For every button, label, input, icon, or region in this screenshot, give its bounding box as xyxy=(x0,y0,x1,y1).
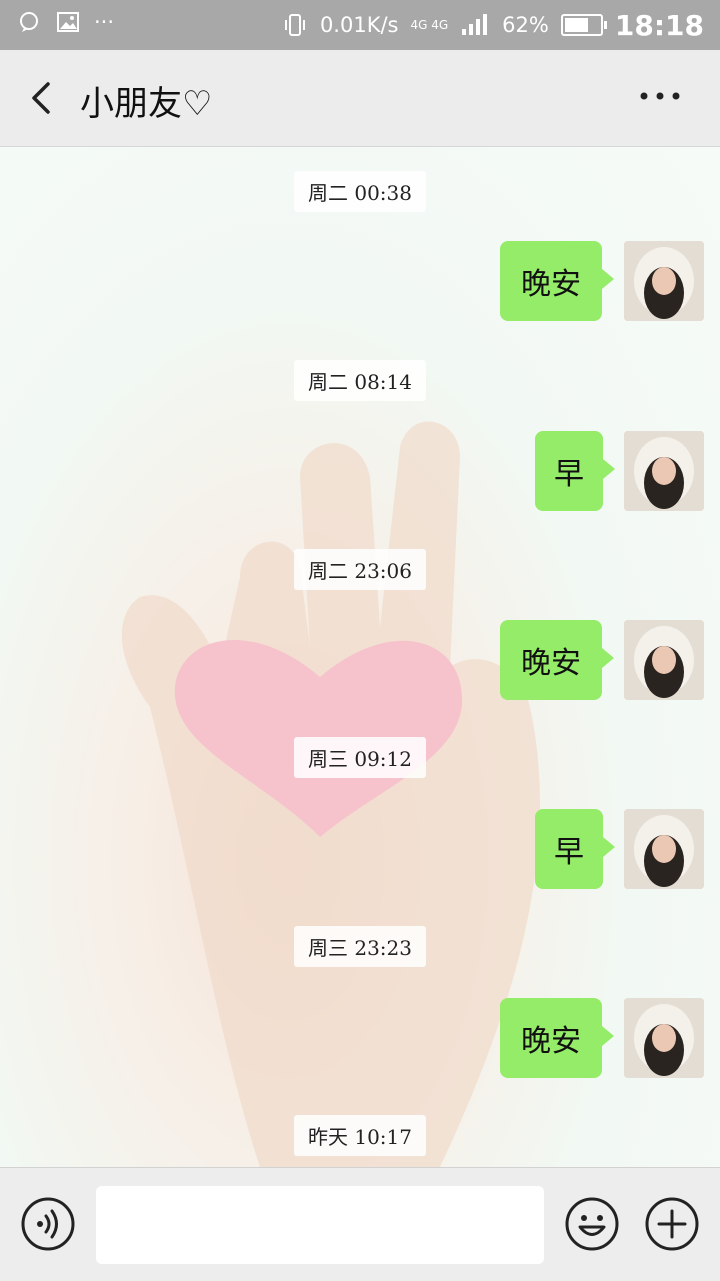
message-timestamp: 周二 23:06 xyxy=(294,549,426,590)
message-notification-icon xyxy=(20,12,38,32)
message-timestamp: 周三 09:12 xyxy=(294,737,426,778)
more-notifications-icon: ··· xyxy=(94,10,115,34)
status-bar: ··· 0.01K/s 4G 4G 62% 18:18 xyxy=(0,0,720,50)
battery-percent: 62% xyxy=(502,13,549,37)
network-speed: 0.01K/s xyxy=(319,13,399,37)
chat-area[interactable]: 周二 00:38 晚安 周二 08:14 早 周二 23:06 晚安 周三 09… xyxy=(0,147,720,1167)
avatar[interactable] xyxy=(624,241,704,321)
vibrate-icon xyxy=(284,14,305,36)
avatar[interactable] xyxy=(624,809,704,889)
avatar[interactable] xyxy=(624,998,704,1078)
signal-icon xyxy=(462,14,488,35)
avatar-image xyxy=(624,620,704,700)
message-timestamp: 周二 00:38 xyxy=(294,171,426,212)
more-options-icon[interactable] xyxy=(638,84,682,108)
chat-title: 小朋友♡ xyxy=(80,84,213,124)
avatar[interactable] xyxy=(624,620,704,700)
input-bar xyxy=(0,1167,720,1281)
network-type: 4G 4G xyxy=(410,18,449,32)
message-bubble[interactable]: 早 xyxy=(535,431,615,511)
avatar-image xyxy=(624,241,704,321)
back-arrow-icon[interactable] xyxy=(24,80,60,116)
message-bubble[interactable]: 晚安 xyxy=(500,241,614,321)
message-timestamp: 昨天 10:17 xyxy=(294,1115,426,1156)
message-bubble[interactable]: 早 xyxy=(535,809,615,889)
message-timestamp: 周三 23:23 xyxy=(294,926,426,967)
clock: 18:18 xyxy=(614,8,704,42)
message-timestamp: 周二 08:14 xyxy=(294,360,426,401)
message-bubble[interactable]: 晚安 xyxy=(500,998,614,1078)
gallery-notification-icon xyxy=(57,12,79,32)
message-input[interactable] xyxy=(96,1186,544,1264)
avatar-image xyxy=(624,998,704,1078)
add-attachment-icon[interactable] xyxy=(644,1196,700,1252)
battery-icon xyxy=(560,14,607,36)
avatar-image xyxy=(624,431,704,511)
message-bubble[interactable]: 晚安 xyxy=(500,620,614,700)
status-right-icons: 0.01K/s 4G 4G 62% 18:18 xyxy=(282,0,704,50)
avatar-image xyxy=(624,809,704,889)
status-left-icons: ··· xyxy=(18,10,114,34)
chat-header: 小朋友♡ xyxy=(0,50,720,147)
voice-input-icon[interactable] xyxy=(20,1196,76,1252)
avatar[interactable] xyxy=(624,431,704,511)
emoji-icon[interactable] xyxy=(564,1196,620,1252)
